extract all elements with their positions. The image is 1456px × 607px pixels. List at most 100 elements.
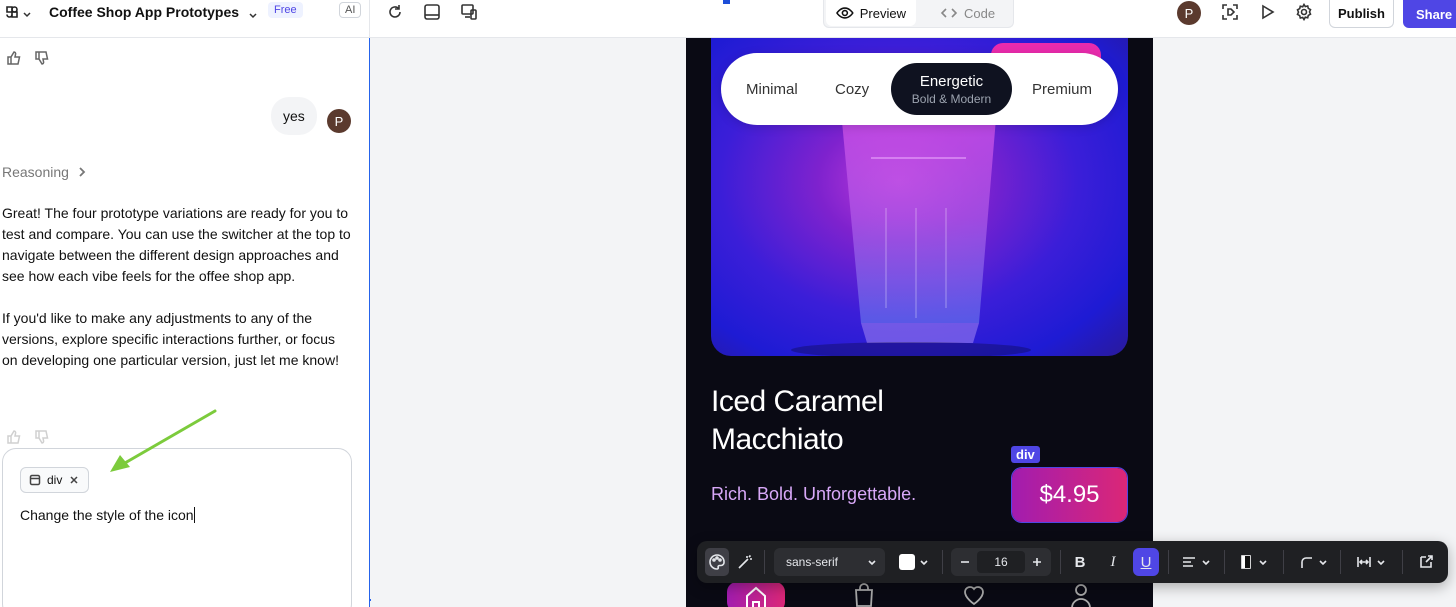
- chip-label: div: [47, 473, 63, 487]
- text-align-dropdown[interactable]: [1178, 548, 1214, 576]
- thumbs-down-icon[interactable]: [34, 50, 50, 71]
- chevron-down-icon: [920, 560, 928, 566]
- user-message-text: yes: [283, 108, 305, 124]
- eye-icon: [836, 7, 854, 19]
- thumbs-up-icon[interactable]: [6, 429, 22, 450]
- composer-input[interactable]: Change the style of the icon: [20, 507, 195, 523]
- chevron-down-icon: [1377, 560, 1385, 566]
- share-button[interactable]: Share: [1403, 0, 1456, 28]
- heart-icon[interactable]: [961, 582, 987, 607]
- switcher-option-minimal[interactable]: Minimal: [746, 53, 798, 125]
- toolbar-divider: [1060, 550, 1061, 574]
- user-message-bubble: yes: [271, 97, 317, 135]
- app-logo-icon[interactable]: [4, 4, 20, 20]
- plus-icon[interactable]: [1031, 556, 1043, 568]
- refresh-icon[interactable]: [384, 2, 406, 22]
- assistant-paragraph: Great! The four prototype variations are…: [2, 205, 351, 284]
- project-header: Coffee Shop App Prototypes Free AI: [0, 0, 370, 38]
- chevron-down-icon[interactable]: [248, 7, 258, 19]
- align-left-icon: [1183, 557, 1195, 567]
- font-family-select[interactable]: sans-serif: [774, 548, 885, 576]
- toolbar-divider: [764, 550, 765, 574]
- inspect-icon[interactable]: [1219, 2, 1241, 22]
- code-label: Code: [964, 5, 996, 21]
- text-color-picker[interactable]: [894, 548, 934, 576]
- product-title: Iced Caramel Macchiato: [711, 383, 884, 459]
- nav-home-button[interactable]: [727, 582, 785, 607]
- home-icon: [746, 586, 766, 607]
- user-avatar[interactable]: P: [1177, 1, 1201, 25]
- devices-icon[interactable]: [458, 2, 480, 22]
- contrast-icon: [1241, 555, 1251, 569]
- toolbar-divider: [1402, 550, 1403, 574]
- underline-button[interactable]: U: [1133, 548, 1159, 576]
- element-context-chip[interactable]: div: [20, 467, 90, 493]
- switcher-label: Premium: [1032, 80, 1093, 98]
- reasoning-label: Reasoning: [2, 164, 69, 180]
- shopping-bag-icon[interactable]: [851, 582, 877, 607]
- thumbs-down-icon[interactable]: [34, 429, 50, 450]
- price-badge[interactable]: $4.95: [1011, 467, 1128, 523]
- preview-mode-button[interactable]: Preview: [826, 0, 916, 26]
- project-title[interactable]: Coffee Shop App Prototypes: [49, 4, 239, 20]
- annotation-arrow: [110, 409, 217, 472]
- font-size-value[interactable]: 16: [977, 551, 1025, 573]
- chevron-down-icon: [1319, 560, 1327, 566]
- switcher-option-energetic[interactable]: Energetic Bold & Modern: [891, 63, 1012, 115]
- feedback-row: [6, 50, 50, 71]
- thumbs-up-icon[interactable]: [6, 50, 22, 71]
- font-size-stepper: 16: [951, 548, 1051, 576]
- color-swatch: [899, 554, 915, 570]
- switcher-sublabel: Bold & Modern: [911, 91, 992, 106]
- preview-label: Preview: [859, 5, 906, 21]
- user-message-avatar: P: [327, 109, 351, 133]
- toolbar-divider: [1168, 550, 1169, 574]
- switcher-option-cozy[interactable]: Cozy: [835, 53, 869, 125]
- width-spacing-icon: [1357, 557, 1371, 567]
- profile-icon[interactable]: [1068, 582, 1094, 607]
- code-mode-button[interactable]: Code: [930, 0, 1005, 26]
- view-mode-toggle: Preview Code: [823, 0, 1014, 28]
- toolbar-divider: [942, 550, 943, 574]
- settings-gear-icon[interactable]: [1293, 2, 1315, 22]
- corner-radius-icon: [1301, 557, 1312, 568]
- chevron-down-icon: [868, 560, 876, 566]
- publish-button[interactable]: Publish: [1329, 0, 1394, 28]
- product-title-line: Macchiato: [711, 423, 844, 456]
- reasoning-toggle[interactable]: Reasoning: [2, 164, 87, 180]
- product-tagline: Rich. Bold. Unforgettable.: [711, 484, 917, 504]
- preview-canvas: Minimal Cozy Energetic Bold & Modern Pre…: [371, 38, 1456, 607]
- text-caret: [193, 507, 195, 523]
- magic-wand-icon[interactable]: [733, 548, 757, 576]
- minus-icon[interactable]: [959, 556, 971, 568]
- code-edit-icon[interactable]: [1413, 548, 1439, 576]
- layout-panel-icon[interactable]: [421, 2, 443, 22]
- resize-handle[interactable]: [722, 0, 731, 5]
- phone-preview: Minimal Cozy Energetic Bold & Modern Pre…: [686, 38, 1153, 607]
- toolbar-divider: [1283, 550, 1284, 574]
- palette-icon[interactable]: [705, 548, 729, 576]
- switcher-label: Energetic: [919, 72, 984, 90]
- font-family-value: sans-serif: [786, 555, 839, 569]
- style-toolbar: sans-serif 16 B I U: [697, 541, 1448, 583]
- assistant-paragraph: If you'd like to make any adjustments to…: [2, 310, 339, 368]
- switcher-option-premium[interactable]: Premium: [1032, 53, 1092, 125]
- italic-button[interactable]: I: [1100, 548, 1126, 576]
- style-switcher: Minimal Cozy Energetic Bold & Modern Pre…: [721, 53, 1118, 125]
- code-icon: [940, 8, 958, 18]
- ai-badge[interactable]: AI: [339, 2, 362, 18]
- play-icon[interactable]: [1256, 2, 1278, 22]
- plan-badge: Free: [268, 2, 303, 18]
- feedback-row: [6, 429, 50, 450]
- bold-button[interactable]: B: [1067, 548, 1093, 576]
- close-icon[interactable]: [68, 474, 80, 486]
- switcher-label: Cozy: [835, 80, 870, 98]
- chat-panel: yes P Reasoning Great! The four prototyp…: [0, 38, 370, 607]
- top-bar: Coffee Shop App Prototypes Free AI Previ…: [0, 0, 1456, 38]
- border-radius-dropdown[interactable]: [1295, 548, 1331, 576]
- background-color-dropdown[interactable]: [1235, 548, 1271, 576]
- chevron-down-icon[interactable]: [22, 6, 32, 18]
- assistant-message: Great! The four prototype variations are…: [2, 203, 352, 392]
- switcher-label: Minimal: [746, 80, 798, 98]
- spacing-dropdown[interactable]: [1350, 548, 1392, 576]
